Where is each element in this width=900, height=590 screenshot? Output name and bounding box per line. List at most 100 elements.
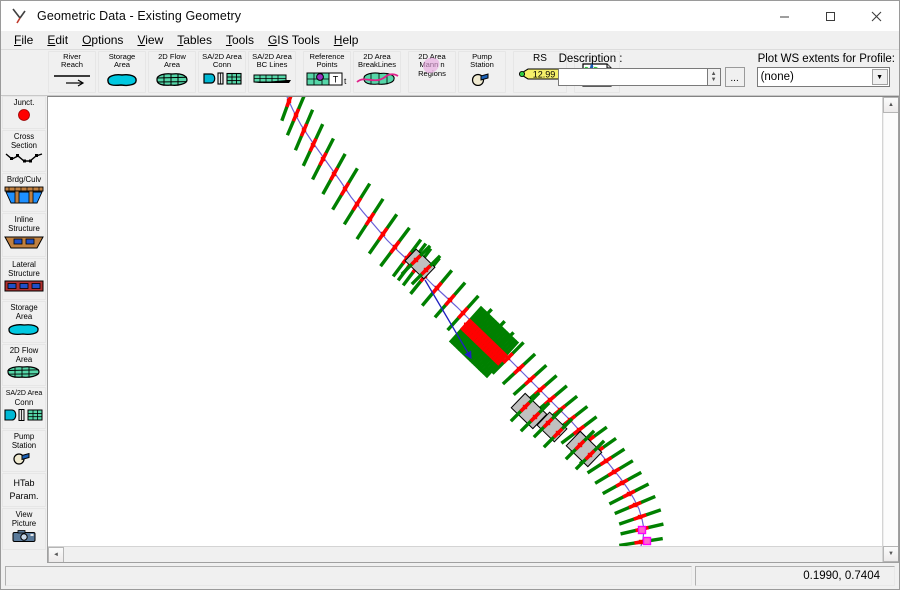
toolbar-button-sa2d-area-bc-lines[interactable]: SA/2D Area BC Lines xyxy=(248,51,296,93)
svg-text:T: T xyxy=(333,74,339,84)
scroll-left-button[interactable]: ◄ xyxy=(48,546,64,562)
plot-ws-select[interactable]: (none) ▼ xyxy=(756,67,890,87)
toolbar-button-2d-area-breaklines[interactable]: 2D Area BreakLines xyxy=(353,51,401,93)
sidebar-item-storage-area[interactable]: Storage Area xyxy=(2,301,46,343)
description-input[interactable] xyxy=(557,68,708,86)
toolbar-label: BC Lines xyxy=(256,60,288,70)
cursor-coordinates: 0.1990, 0.7404 xyxy=(695,566,895,586)
toolbar-button-2d-flow-area[interactable]: 2D Flow Area xyxy=(148,51,196,93)
bc-lines-icon xyxy=(251,71,293,91)
sidebar-item-label: SA/2D Area xyxy=(5,390,43,397)
status-bar: 0.1990, 0.7404 xyxy=(1,563,899,589)
toolbar-button-2d-area-mann-regions[interactable]: 2D Area Mann n Regions xyxy=(408,51,456,93)
2d-flow-area-icon xyxy=(153,71,191,92)
geometry-map-canvas[interactable]: ▲ ▼ ◄ xyxy=(47,96,899,563)
hecras-geometry-icon xyxy=(9,5,31,27)
toolbar-button-reference-points[interactable]: Reference Points T t xyxy=(303,51,351,93)
plot-ws-label: Plot WS extents for Profile: xyxy=(757,53,895,65)
description-browse-button[interactable]: ... xyxy=(724,67,745,87)
description-spinner[interactable]: ▲ ▼ xyxy=(707,68,721,86)
mannings-regions-icon xyxy=(417,56,447,83)
sidebar-item-inline-structure[interactable]: Inline Structure xyxy=(2,213,46,257)
scroll-up-button[interactable]: ▲ xyxy=(883,97,898,113)
junction-marker xyxy=(642,536,652,546)
toolbar-button-storage-area[interactable]: Storage Area xyxy=(98,51,146,93)
cross-section xyxy=(321,153,347,195)
sidebar-item-junction[interactable]: Junct. xyxy=(2,96,46,129)
lateral-structure-icon xyxy=(3,279,45,298)
sidebar-item-label: Inline xyxy=(14,215,34,224)
close-button[interactable] xyxy=(853,1,899,31)
toolbar-label: Station xyxy=(470,60,494,70)
horizontal-scrollbar[interactable]: ◄ xyxy=(48,546,882,562)
menu-tables[interactable]: Tables xyxy=(170,32,219,48)
sidebar-item-view-picture[interactable]: View Picture xyxy=(2,508,46,550)
menu-edit[interactable]: Edit xyxy=(40,32,75,48)
toolbar-label: Points xyxy=(316,60,338,70)
toolbar-label: Conn xyxy=(212,60,232,70)
cross-section xyxy=(355,197,385,241)
sidebar-item-label: Area xyxy=(15,355,33,364)
menu-help[interactable]: Help xyxy=(327,32,366,48)
toolbar-button-sa2d-area-conn[interactable]: SA/2D Area Conn xyxy=(198,51,246,93)
menu-file[interactable]: File xyxy=(7,32,40,48)
sidebar-item-label: Brdg/Culv xyxy=(6,175,42,184)
description-group: Description : ▲ ▼ ... xyxy=(557,50,745,87)
toolbar-button-pump-station[interactable]: Pump Station xyxy=(458,51,506,93)
sidebar-item-label: Picture xyxy=(11,519,37,528)
menu-tools[interactable]: Tools xyxy=(219,32,261,48)
sidebar-item-cross-section[interactable]: Cross Section xyxy=(2,130,46,172)
breaklines-icon xyxy=(355,71,399,91)
sidebar-item-label: Storage xyxy=(10,303,38,312)
menu-options[interactable]: Options xyxy=(75,32,130,48)
sidebar-item-label: 2D Flow xyxy=(9,346,39,355)
sidebar-item-sa2d-area-conn[interactable]: SA/2D Area Conn xyxy=(2,387,46,429)
minimize-button[interactable] xyxy=(761,1,807,31)
editors-sidebar: Junct. Cross Section Brdg/Culv Inline St… xyxy=(1,96,47,563)
sidebar-item-label: Lateral xyxy=(12,260,36,269)
window-title: Geometric Data - Existing Geometry xyxy=(37,8,242,23)
plot-ws-value: (none) xyxy=(760,71,794,83)
flow-direction-arrow xyxy=(424,279,472,360)
sidebar-item-brdg-culv[interactable]: Brdg/Culv xyxy=(2,173,46,212)
maximize-button[interactable] xyxy=(807,1,853,31)
menu-bar: File Edit Options View Tables Tools GIS … xyxy=(1,31,899,50)
camera-icon xyxy=(11,529,37,548)
main-toolbar: River Reach Storage Area 2D Flow Area SA… xyxy=(1,50,899,96)
chevron-down-icon[interactable]: ▼ xyxy=(871,69,888,85)
pump-station-icon xyxy=(7,451,41,470)
vertical-scroll-track[interactable] xyxy=(883,113,898,546)
sidebar-item-label: Section xyxy=(10,141,37,150)
sidebar-item-label: Structure xyxy=(8,224,40,233)
river-network-plot[interactable] xyxy=(48,97,899,563)
rs-tag-value: 12.99 xyxy=(533,70,556,80)
toolbar-right-panel: Description : ▲ ▼ ... Plot WS extents for… xyxy=(557,50,897,96)
pump-station-icon xyxy=(465,71,499,91)
sa-2d-conn-icon xyxy=(3,408,45,427)
sidebar-item-htab-param[interactable]: HTab Param. xyxy=(2,473,46,507)
sidebar-item-label: Param. xyxy=(9,491,39,501)
sidebar-item-pump-station[interactable]: Pump Station xyxy=(2,430,46,472)
vertical-scrollbar[interactable]: ▲ ▼ xyxy=(882,97,898,562)
junction-marker xyxy=(637,525,647,535)
body-area: Junct. Cross Section Brdg/Culv Inline St… xyxy=(1,96,899,563)
menu-view[interactable]: View xyxy=(130,32,170,48)
scroll-down-button[interactable]: ▼ xyxy=(883,546,898,562)
sidebar-item-2d-flow-area[interactable]: 2D Flow Area xyxy=(2,344,46,386)
toolbar-label: Reach xyxy=(61,60,83,70)
storage-area-icon xyxy=(5,322,43,341)
cross-section xyxy=(311,137,335,181)
sidebar-item-label: Conn xyxy=(14,398,34,407)
menu-gis-tools[interactable]: GIS Tools xyxy=(261,32,327,48)
toolbar-button-river-reach[interactable]: River Reach xyxy=(48,51,96,93)
sidebar-item-label: Cross xyxy=(13,132,35,141)
cross-section xyxy=(342,182,372,226)
title-bar: Geometric Data - Existing Geometry xyxy=(1,1,899,31)
toolbar-label: BreakLines xyxy=(358,60,396,70)
sidebar-item-lateral-structure[interactable]: Lateral Structure xyxy=(2,258,46,300)
toolbar-label: Area xyxy=(163,60,181,70)
reference-points-icon: T t xyxy=(305,71,349,91)
inline-structure-icon xyxy=(3,234,45,255)
river-reach-icon xyxy=(52,71,92,92)
status-message xyxy=(5,566,692,586)
